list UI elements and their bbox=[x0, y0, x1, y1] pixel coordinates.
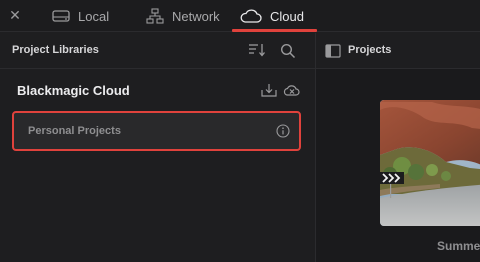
close-icon[interactable]: ✕ bbox=[6, 4, 24, 26]
search-icon[interactable] bbox=[280, 43, 296, 64]
active-tab-indicator bbox=[232, 29, 317, 32]
list-item-personal-projects[interactable]: Personal Projects bbox=[12, 111, 301, 151]
cloud-icon bbox=[240, 9, 262, 23]
projects-title: Projects bbox=[348, 44, 392, 56]
projects-panel: Projects Summe bbox=[316, 33, 480, 262]
project-item-label: Personal Projects bbox=[28, 125, 121, 137]
drive-icon bbox=[52, 9, 70, 23]
tab-local[interactable]: Local bbox=[52, 0, 109, 32]
download-icon[interactable] bbox=[261, 83, 277, 103]
panel-header: Project Libraries bbox=[0, 33, 315, 69]
thumbnail-caption: Summe bbox=[437, 239, 480, 253]
road-scene-image bbox=[380, 100, 480, 226]
network-icon bbox=[146, 8, 164, 24]
project-thumbnail[interactable] bbox=[380, 100, 480, 226]
tab-cloud[interactable]: Cloud bbox=[240, 0, 304, 32]
cloud-disconnect-icon[interactable] bbox=[283, 83, 300, 103]
tab-network[interactable]: Network bbox=[146, 0, 220, 32]
projects-header: Projects bbox=[316, 33, 480, 69]
sort-icon[interactable] bbox=[248, 43, 266, 62]
tab-local-label: Local bbox=[78, 8, 110, 24]
location-tab-bar: ✕ Local Network Cloud bbox=[0, 0, 480, 32]
tab-network-label: Network bbox=[172, 8, 220, 24]
library-name: Blackmagic Cloud bbox=[17, 83, 130, 98]
tab-cloud-label: Cloud bbox=[270, 8, 304, 24]
info-icon[interactable] bbox=[276, 124, 290, 143]
sidebar-toggle-icon[interactable] bbox=[325, 44, 341, 63]
project-libraries-panel: Project Libraries Blackmagic Cloud Perso… bbox=[0, 33, 315, 262]
panel-title: Project Libraries bbox=[12, 44, 99, 56]
